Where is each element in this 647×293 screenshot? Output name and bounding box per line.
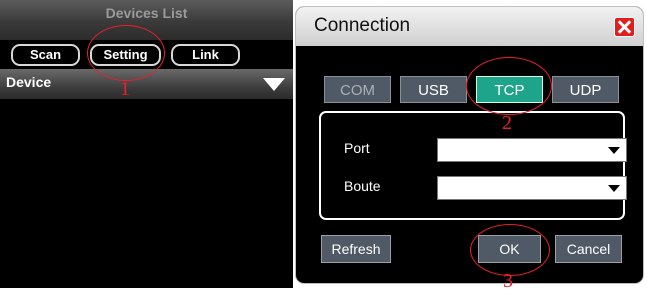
chevron-down-icon <box>263 78 285 91</box>
chevron-down-icon <box>608 147 620 154</box>
tab-udp[interactable]: UDP <box>552 76 619 103</box>
annotation-number-2: 2 <box>502 112 512 134</box>
annotation-circle-3 <box>470 224 550 276</box>
close-icon[interactable] <box>614 17 635 37</box>
dialog-title: Connection <box>314 15 411 36</box>
refresh-button[interactable]: Refresh <box>321 235 391 263</box>
annotation-number-3: 3 <box>503 270 513 292</box>
connection-dialog: Connection COM USB TCP UDP Port Boute Re… <box>295 6 644 284</box>
connection-settings-group: Port Boute <box>319 111 627 220</box>
cancel-button[interactable]: Cancel <box>555 235 622 263</box>
dialog-titlebar: Connection <box>296 7 643 46</box>
link-button[interactable]: Link <box>171 44 240 66</box>
devices-panel-title: Devices List <box>105 5 188 21</box>
tab-usb[interactable]: USB <box>400 76 467 103</box>
boute-label: Boute <box>344 178 381 194</box>
annotation-circle-1 <box>87 25 165 81</box>
device-label: Device <box>6 74 52 90</box>
boute-select[interactable] <box>437 176 627 200</box>
annotation-circle-2 <box>466 57 552 115</box>
tab-com[interactable]: COM <box>324 76 391 103</box>
chevron-down-icon <box>608 185 620 192</box>
port-label: Port <box>344 140 370 156</box>
annotation-number-1: 1 <box>120 78 130 100</box>
port-select[interactable] <box>437 138 627 162</box>
scan-button[interactable]: Scan <box>11 44 80 66</box>
